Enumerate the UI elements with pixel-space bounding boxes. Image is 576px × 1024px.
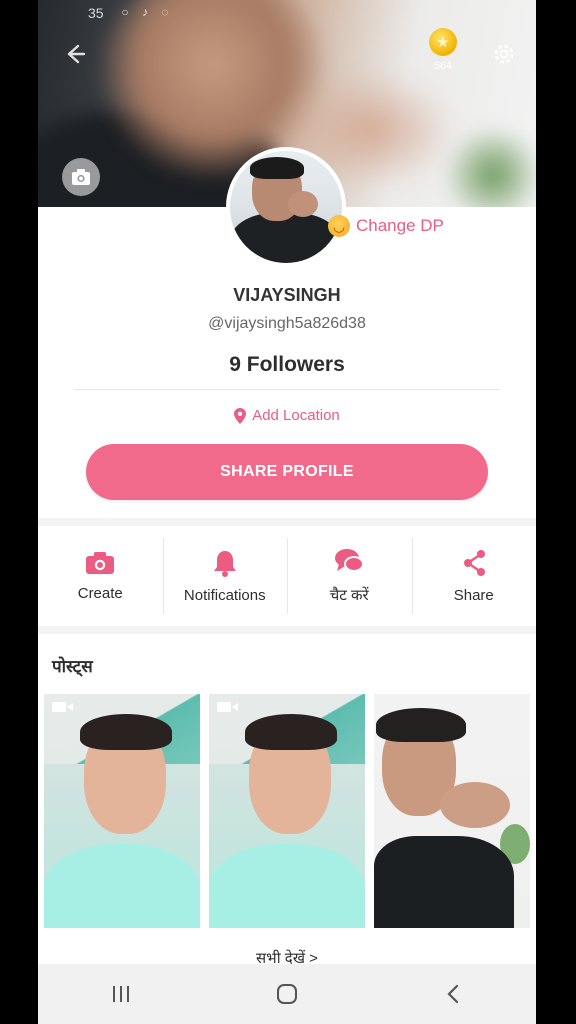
video-icon	[52, 702, 73, 712]
video-icon	[217, 702, 238, 712]
back-nav-button[interactable]	[423, 972, 483, 1016]
share-profile-button[interactable]: SHARE PROFILE	[86, 444, 488, 500]
coin-wallet-button[interactable]: ★ 564	[426, 28, 460, 72]
tiktok-icon: ♪	[142, 5, 148, 19]
location-pin-icon	[234, 407, 247, 424]
chat-button[interactable]: चैट करें	[287, 526, 412, 626]
sync-icon: ○	[121, 5, 129, 19]
change-dp-label: Change DP	[356, 216, 444, 235]
avatar[interactable]	[226, 147, 346, 267]
bell-icon	[213, 550, 236, 577]
chevron-left-icon	[447, 984, 459, 1004]
notifications-button[interactable]: Notifications	[162, 526, 288, 626]
share-icon	[463, 549, 485, 576]
display-name: VIJAYSINGH	[233, 285, 341, 305]
kiss-emoji-icon: ◡	[328, 215, 350, 237]
create-label: Create	[77, 584, 123, 602]
back-button[interactable]	[60, 40, 88, 68]
post-thumbnail[interactable]	[374, 694, 530, 928]
share-label: Share	[453, 586, 494, 604]
actions-bar: Create Notifications चैट करें Share	[38, 526, 536, 626]
whatsapp-icon: ◌	[161, 5, 169, 19]
chat-icon	[335, 549, 365, 572]
coin-count: 564	[433, 60, 453, 72]
add-location-label: Add Location	[252, 407, 340, 424]
add-location-button[interactable]: Add Location	[38, 407, 536, 424]
profile-card: ◡ Change DP VIJAYSINGH @vijaysingh5a826d…	[38, 147, 536, 518]
back-arrow-icon	[67, 44, 86, 64]
post-thumbnail[interactable]	[209, 694, 365, 928]
camera-icon	[86, 551, 115, 574]
recent-apps-button[interactable]	[91, 972, 151, 1016]
profile-screen: 35 ○ ♪ ◌ ★ 564 ◡ Change DP VIJAYSINGH @v…	[38, 0, 536, 1024]
followers-count[interactable]: 9 Followers	[38, 353, 536, 377]
change-cover-button[interactable]	[62, 158, 100, 196]
coin-icon: ★	[429, 28, 457, 56]
posts-section: पोस्ट्स सभी देखें >	[38, 634, 536, 967]
share-button[interactable]: Share	[411, 526, 537, 626]
notifications-label: Notifications	[183, 586, 266, 604]
gear-icon	[494, 44, 514, 64]
divider	[74, 389, 500, 390]
username: @vijaysingh5a826d38	[208, 315, 366, 332]
chat-label: चैट करें	[329, 587, 369, 604]
camera-icon	[72, 169, 90, 185]
home-icon	[277, 984, 297, 1004]
home-button[interactable]	[257, 972, 317, 1016]
settings-button[interactable]	[490, 40, 518, 68]
status-time: 35	[88, 5, 104, 21]
recent-apps-icon	[113, 986, 129, 1002]
change-dp-button[interactable]: ◡ Change DP	[328, 215, 444, 237]
system-nav-bar	[38, 964, 536, 1024]
post-thumbnail[interactable]	[44, 694, 200, 928]
create-button[interactable]: Create	[38, 526, 163, 626]
posts-title: पोस्ट्स	[52, 657, 93, 676]
